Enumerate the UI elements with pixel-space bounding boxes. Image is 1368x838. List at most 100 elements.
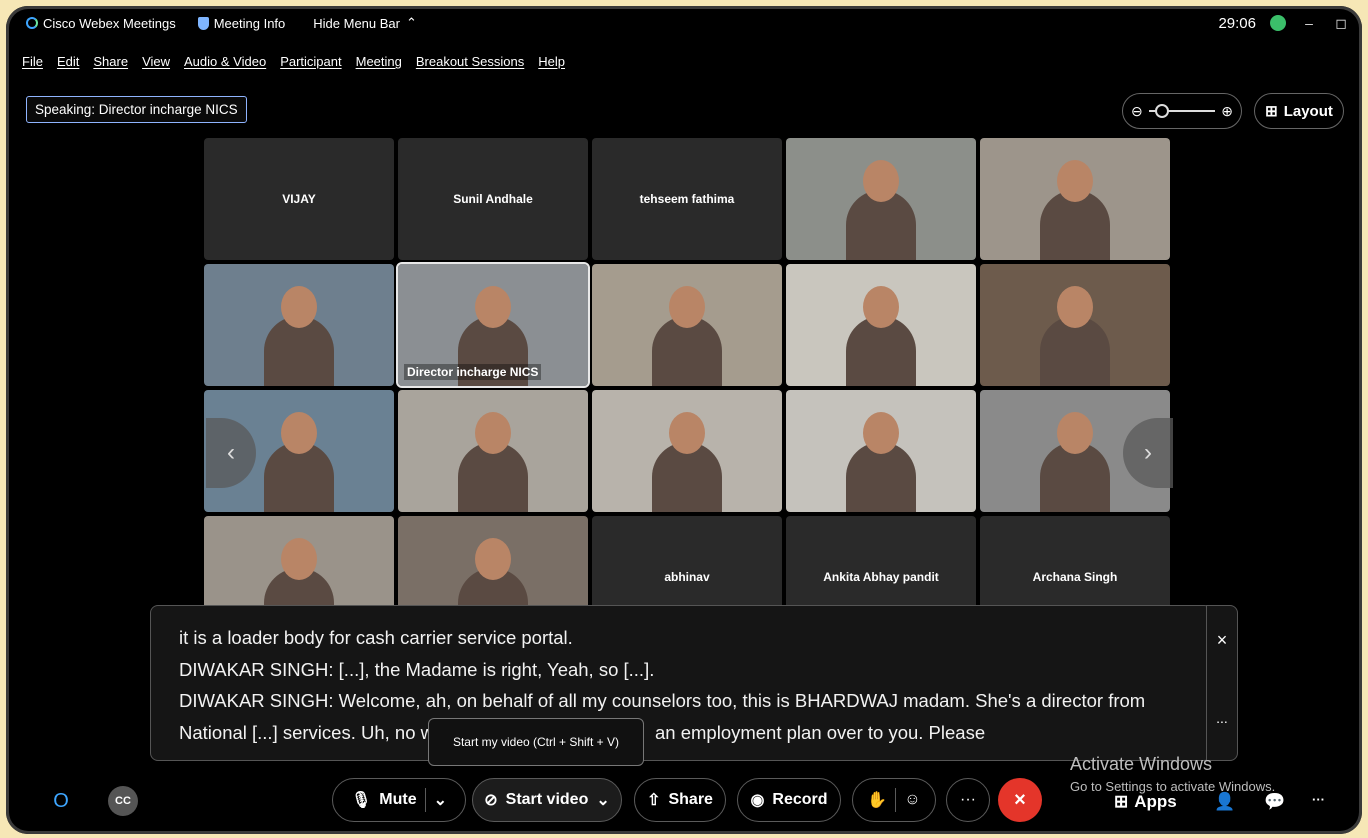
network-health-icon[interactable] xyxy=(1270,15,1286,31)
share-label: Share xyxy=(668,791,713,808)
participant-video-head xyxy=(863,286,899,328)
participant-video-head xyxy=(669,286,705,328)
start-video-label: Start video xyxy=(505,791,589,808)
participant-tile[interactable] xyxy=(980,264,1170,386)
participant-video-head xyxy=(1057,412,1093,454)
caption-line: it is a loader body for cash carrier ser… xyxy=(179,627,573,648)
participant-name: Director incharge NICS xyxy=(404,364,542,380)
participant-video-head xyxy=(863,160,899,202)
shield-icon xyxy=(197,16,209,30)
captions-close-button[interactable]: × xyxy=(1206,630,1238,651)
participant-name: Ankita Abhay pandit xyxy=(823,570,939,584)
chevron-up-icon: ⌃ xyxy=(405,15,417,30)
closed-captions-panel: it is a loader body for cash carrier ser… xyxy=(150,605,1212,761)
menu-item-file[interactable]: File xyxy=(22,54,43,69)
participant-video-head xyxy=(281,412,317,454)
caption-line: National [...] services. Uh, no w an emp… xyxy=(179,721,986,743)
menu-item-participant[interactable]: Participant xyxy=(280,54,341,69)
webex-window: Cisco Webex Meetings Meeting Info Hide M… xyxy=(6,6,1362,834)
menu-item-meeting[interactable]: Meeting xyxy=(356,54,402,69)
participants-icon[interactable]: 👤 xyxy=(1214,792,1235,812)
participant-tile[interactable]: VIJAY xyxy=(204,138,394,260)
participant-video-head xyxy=(281,538,317,580)
apps-label: Apps xyxy=(1134,792,1177,811)
minimize-button[interactable]: – xyxy=(1300,15,1318,31)
chevron-down-icon[interactable]: ⌄ xyxy=(596,790,609,810)
start-video-button[interactable]: ⊘ Start video ⌄ xyxy=(472,778,622,822)
mute-button[interactable]: 🎙 Mute ⌄ xyxy=(332,778,466,822)
record-button[interactable]: ◉ Record xyxy=(737,778,841,822)
video-off-icon: ⊘ xyxy=(484,792,498,809)
menu-item-audio-video[interactable]: Audio & Video xyxy=(184,54,266,69)
leave-meeting-button[interactable]: × xyxy=(998,778,1042,822)
video-grid: VIJAY Sunil Andhale tehseem fathima Directo… xyxy=(204,138,1170,638)
chevron-left-icon: ‹ xyxy=(227,439,235,466)
menu-item-share[interactable]: Share xyxy=(93,54,128,69)
participant-tile[interactable] xyxy=(980,138,1170,260)
start-video-tooltip: Start my video (Ctrl + Shift + V) xyxy=(428,718,644,766)
layout-button[interactable]: ⊞ Layout xyxy=(1254,93,1344,129)
mute-label: Mute xyxy=(379,791,417,808)
apps-icon: ⊞ xyxy=(1114,792,1129,811)
participant-video-head xyxy=(281,286,317,328)
zoom-track[interactable] xyxy=(1148,104,1216,118)
apps-button[interactable]: ⊞ Apps xyxy=(1114,792,1177,812)
chat-icon[interactable]: 💬 xyxy=(1264,792,1285,812)
participant-name: Sunil Andhale xyxy=(453,192,533,206)
participant-tile[interactable]: Sunil Andhale xyxy=(398,138,588,260)
raise-hand-icon[interactable]: ✋ xyxy=(867,790,887,810)
meeting-timer: 29:06 xyxy=(1218,14,1256,32)
zoom-slider[interactable]: ⊖ ⊕ xyxy=(1122,93,1242,129)
zoom-in-icon[interactable]: ⊕ xyxy=(1221,103,1233,120)
participant-name: tehseem fathima xyxy=(639,192,735,206)
meeting-info-label: Meeting Info xyxy=(213,15,286,31)
participant-video-head xyxy=(1057,160,1093,202)
participant-tile[interactable] xyxy=(786,390,976,512)
hide-menu-bar-button[interactable]: Hide Menu Bar ⌃ xyxy=(313,15,417,31)
participant-tile[interactable] xyxy=(786,138,976,260)
participant-video-head xyxy=(863,412,899,454)
participant-name: Archana Singh xyxy=(1032,570,1118,584)
participant-tile[interactable] xyxy=(398,390,588,512)
record-icon: ◉ xyxy=(750,792,765,809)
menu-item-view[interactable]: View xyxy=(142,54,170,69)
overflow-menu-button[interactable]: ··· xyxy=(1312,792,1325,807)
participant-name: VIJAY xyxy=(282,192,316,206)
menu-item-edit[interactable]: Edit xyxy=(57,54,79,69)
participant-tile[interactable]: tehseem fathima xyxy=(592,138,782,260)
participant-tile[interactable] xyxy=(786,264,976,386)
record-label: Record xyxy=(772,791,828,808)
zoom-knob[interactable] xyxy=(1155,104,1170,118)
captions-side-panel xyxy=(1206,605,1238,761)
menu-item-help[interactable]: Help xyxy=(538,54,565,69)
zoom-out-icon[interactable]: ⊖ xyxy=(1131,103,1143,120)
meeting-info-button[interactable]: Meeting Info xyxy=(197,15,286,31)
chevron-right-icon: › xyxy=(1144,439,1152,466)
grid-icon: ⊞ xyxy=(1265,103,1278,120)
participant-name: abhinav xyxy=(664,570,710,584)
app-title: Cisco Webex Meetings xyxy=(26,16,176,31)
layout-label: Layout xyxy=(1283,102,1333,120)
reactions-icon[interactable]: ☺ xyxy=(904,791,920,809)
participant-tile[interactable] xyxy=(592,390,782,512)
title-bar: Cisco Webex Meetings Meeting Info Hide M… xyxy=(6,6,1362,40)
share-screen-icon: ⇧ xyxy=(647,792,661,809)
participant-tile[interactable]: Director incharge NICS xyxy=(396,262,590,388)
participant-tile[interactable] xyxy=(592,264,782,386)
participant-video-head xyxy=(475,538,511,580)
divider xyxy=(895,788,897,812)
caption-line: DIWAKAR SINGH: Welcome, ah, on behalf of… xyxy=(179,690,1146,711)
webex-assistant-icon[interactable]: O xyxy=(46,786,76,816)
share-button[interactable]: ⇧ Share xyxy=(634,778,726,822)
more-options-button[interactable]: ··· xyxy=(946,778,990,822)
captions-more-button[interactable]: ... xyxy=(1206,710,1238,726)
app-name: Cisco Webex Meetings xyxy=(43,15,176,31)
closed-captions-icon[interactable]: CC xyxy=(108,786,138,816)
webex-logo-icon xyxy=(26,17,38,29)
restore-button[interactable]: ◻ xyxy=(1332,15,1350,32)
participant-tile[interactable] xyxy=(204,264,394,386)
title-right: 29:06 – ◻ xyxy=(1218,6,1350,40)
menu-item-breakout-sessions[interactable]: Breakout Sessions xyxy=(416,54,524,69)
participant-video-head xyxy=(1057,286,1093,328)
chevron-down-icon[interactable]: ⌄ xyxy=(434,790,447,810)
